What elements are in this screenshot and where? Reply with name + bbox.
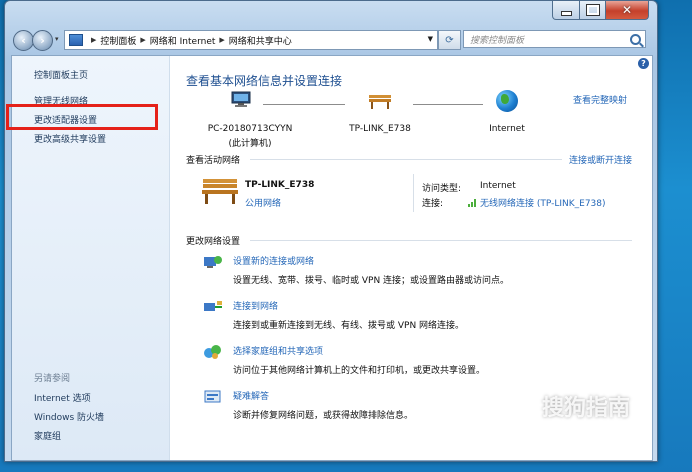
map-node-internet[interactable]: Internet <box>467 124 547 134</box>
sidebar-item-internet-options[interactable]: Internet 选项 <box>34 391 91 404</box>
task-new-connection: 设置新的连接或网络 设置无线、宽带、拨号、临时或 VPN 连接；或设置路由器或访… <box>204 254 510 286</box>
active-networks-heading: 查看活动网络 <box>186 156 241 166</box>
task-description: 连接到或重新连接到无线、有线、拨号或 VPN 网络连接。 <box>233 321 465 331</box>
map-node-computer[interactable]: PC-20180713CYYN (此计算机) <box>200 124 300 149</box>
divider <box>250 240 632 241</box>
task-link[interactable]: 选择家庭组和共享选项 <box>233 344 485 357</box>
chevron-right-icon[interactable]: ▶ <box>91 36 96 44</box>
connect-disconnect-link[interactable]: 连接或断开连接 <box>569 153 632 166</box>
router-name: TP-LINK_E738 <box>349 124 411 134</box>
computer-name: PC-20180713CYYN <box>207 124 293 134</box>
forward-button[interactable]: › <box>32 30 53 51</box>
close-button[interactable]: ✕ <box>606 1 649 20</box>
computer-icon <box>231 91 251 107</box>
see-also-heading: 另请参阅 <box>34 374 71 384</box>
watermark-url: zhinan.sogou.com <box>552 433 634 443</box>
map-node-router[interactable]: TP-LINK_E738 <box>330 124 430 134</box>
sidebar-item-home[interactable]: 控制面板主页 <box>34 68 88 81</box>
help-icon[interactable]: ? <box>638 58 649 69</box>
task-connect-network: 连接到网络 连接到或重新连接到无线、有线、拨号或 VPN 网络连接。 <box>204 299 465 331</box>
control-panel-icon <box>69 34 83 46</box>
wifi-signal-icon <box>468 199 477 207</box>
sidebar-item-windows-firewall[interactable]: Windows 防火墙 <box>34 410 104 423</box>
close-icon: ✕ <box>621 3 633 17</box>
search-input[interactable]: 搜索控制面板 <box>463 30 646 48</box>
active-network-type-link[interactable]: 公用网络 <box>245 196 281 209</box>
address-bar[interactable]: ▶ 控制面板 ▶ 网络和 Internet ▶ 网络和共享中心 ▼ <box>64 30 438 50</box>
task-homegroup: 选择家庭组和共享选项 访问位于其他网络计算机上的文件和打印机，或更改共享设置。 <box>204 344 486 376</box>
chevron-right-icon[interactable]: ▶ <box>219 36 224 44</box>
back-button[interactable]: ‹ <box>13 30 34 51</box>
chevron-right-icon[interactable]: ▶ <box>140 36 145 44</box>
wireless-connection-link[interactable]: 无线网络连接 (TP-LINK_E738) <box>468 196 606 209</box>
divider <box>250 159 562 160</box>
breadcrumb-network-sharing-center[interactable]: 网络和共享中心 <box>229 34 292 47</box>
new-connection-icon <box>204 256 222 268</box>
bench-network-icon <box>202 179 238 204</box>
active-network-name: TP-LINK_E738 <box>245 180 315 190</box>
connection-label: 连接: <box>422 199 444 209</box>
bench-network-icon <box>369 95 391 109</box>
task-description: 诊断并修复网络问题，或获得故障排除信息。 <box>233 411 414 421</box>
troubleshoot-icon <box>204 390 221 403</box>
view-full-map-link[interactable]: 查看完整映射 <box>573 93 627 106</box>
navigation-bar: ‹ › ▾ ▶ 控制面板 ▶ 网络和 Internet ▶ 网络和共享中心 ▼ … <box>11 29 651 51</box>
sidebar-item-advanced-sharing[interactable]: 更改高级共享设置 <box>34 132 106 145</box>
watermark: 搜狗指南 <box>542 396 631 421</box>
recent-pages-dropdown[interactable]: ▾ <box>55 35 59 43</box>
map-connector-line <box>263 104 345 105</box>
page-title: 查看基本网络信息并设置连接 <box>186 74 343 88</box>
access-type-value: Internet <box>480 181 516 191</box>
breadcrumb-control-panel[interactable]: 控制面板 <box>100 34 136 47</box>
task-link[interactable]: 设置新的连接或网络 <box>233 254 509 267</box>
internet-globe-icon <box>496 90 518 112</box>
maximize-button[interactable] <box>580 1 606 20</box>
change-settings-heading: 更改网络设置 <box>186 237 241 247</box>
caption-buttons: ✕ <box>552 1 649 20</box>
breadcrumb-network-internet[interactable]: 网络和 Internet <box>150 34 216 47</box>
sidebar: 控制面板主页 管理无线网络 更改适配器设置 更改高级共享设置 另请参阅 Inte… <box>6 56 170 460</box>
homegroup-icon <box>204 345 221 359</box>
minimize-button[interactable] <box>552 1 580 20</box>
divider <box>413 174 414 212</box>
search-placeholder: 搜索控制面板 <box>470 35 525 46</box>
task-description: 访问位于其他网络计算机上的文件和打印机，或更改共享设置。 <box>233 366 486 376</box>
internet-label: Internet <box>489 124 525 134</box>
computer-subtitle: (此计算机) <box>228 139 272 149</box>
task-description: 设置无线、宽带、拨号、临时或 VPN 连接；或设置路由器或访问点。 <box>233 276 510 286</box>
access-type-label: 访问类型: <box>422 184 462 194</box>
connection-value: 无线网络连接 (TP-LINK_E738) <box>480 199 606 209</box>
search-icon[interactable] <box>630 34 641 45</box>
sidebar-item-change-adapter[interactable]: 更改适配器设置 <box>34 113 97 126</box>
task-troubleshoot: 疑难解答 诊断并修复网络问题，或获得故障排除信息。 <box>204 389 414 421</box>
chevron-down-icon[interactable]: ▼ <box>428 35 433 43</box>
map-connector-line <box>413 104 483 105</box>
connect-network-icon <box>204 301 222 311</box>
task-link[interactable]: 疑难解答 <box>233 389 413 402</box>
sidebar-item-homegroup[interactable]: 家庭组 <box>34 429 61 442</box>
task-link[interactable]: 连接到网络 <box>233 299 464 312</box>
refresh-button[interactable]: ⟳ <box>438 30 461 50</box>
